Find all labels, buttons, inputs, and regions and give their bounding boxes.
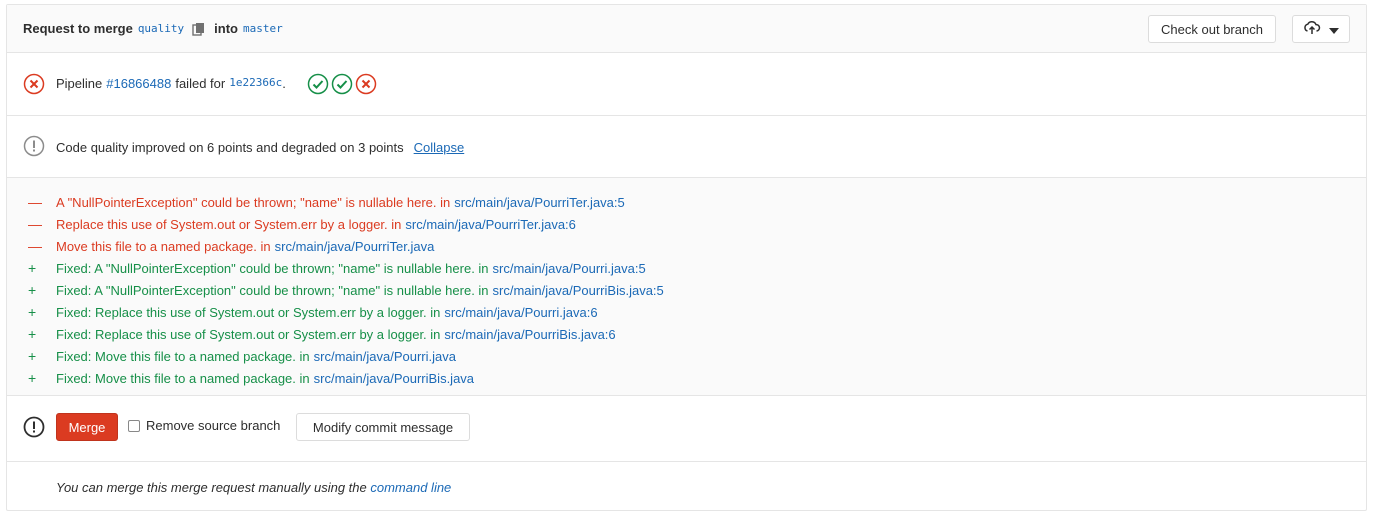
issue-text: Move this file to a named package. in bbox=[56, 238, 271, 254]
cloud-download-icon bbox=[1303, 20, 1321, 38]
target-branch-link[interactable]: master bbox=[243, 22, 283, 35]
list-item: — Replace this use of System.out or Syst… bbox=[7, 213, 1366, 235]
code-quality-summary: Code quality improved on 6 points and de… bbox=[56, 140, 464, 155]
fixed-icon: + bbox=[28, 304, 37, 320]
list-item: — A "NullPointerException" could be thro… bbox=[7, 191, 1366, 213]
issue-text: Fixed: Replace this use of System.out or… bbox=[56, 304, 441, 320]
clipboard-icon[interactable] bbox=[192, 22, 206, 36]
source-branch-link[interactable]: quality bbox=[138, 22, 184, 35]
alert-icon bbox=[23, 416, 45, 438]
title-prefix: Request to merge bbox=[23, 21, 133, 36]
stage-failed-icon[interactable] bbox=[355, 73, 377, 95]
issue-location-link[interactable]: src/main/java/Pourri.java:5 bbox=[493, 261, 646, 276]
fixed-icon: + bbox=[28, 260, 37, 276]
issue-text: Fixed: Move this file to a named package… bbox=[56, 348, 310, 364]
fixed-icon: + bbox=[28, 326, 37, 342]
issue-text: Fixed: A "NullPointerException" could be… bbox=[56, 260, 489, 276]
list-item: + Fixed: A "NullPointerException" could … bbox=[7, 257, 1366, 279]
commit-sha-link[interactable]: 1e22366c bbox=[229, 76, 282, 91]
degraded-icon: — bbox=[28, 194, 42, 210]
list-item: + Fixed: Replace this use of System.out … bbox=[7, 301, 1366, 323]
merge-button[interactable]: Merge bbox=[56, 413, 118, 441]
issue-text: A "NullPointerException" could be thrown… bbox=[56, 194, 451, 210]
mr-widget-header: Request to merge quality into master Che… bbox=[7, 5, 1366, 53]
issue-text: Fixed: A "NullPointerException" could be… bbox=[56, 282, 489, 298]
issue-location-link[interactable]: src/main/java/Pourri.java:6 bbox=[444, 305, 597, 320]
quality-summary-text: Code quality improved on 6 points and de… bbox=[56, 140, 404, 155]
pipeline-stages bbox=[307, 73, 377, 95]
list-item: + Fixed: Move this file to a named packa… bbox=[7, 345, 1366, 367]
issue-location-link[interactable]: src/main/java/PourriBis.java:5 bbox=[493, 283, 664, 298]
command-line-link[interactable]: command line bbox=[370, 480, 451, 495]
degraded-icon: — bbox=[28, 238, 42, 254]
commit-suffix: . bbox=[282, 76, 286, 91]
pipeline-section: Pipeline #16866488 failed for 1e22366c. bbox=[7, 53, 1366, 116]
fixed-icon: + bbox=[28, 282, 37, 298]
merge-request-widget: Request to merge quality into master Che… bbox=[6, 4, 1367, 511]
issue-location-link[interactable]: src/main/java/Pourri.java bbox=[314, 349, 456, 364]
code-quality-issues-list: — A "NullPointerException" could be thro… bbox=[7, 178, 1366, 396]
stage-success-icon[interactable] bbox=[331, 73, 353, 95]
list-item: + Fixed: Move this file to a named packa… bbox=[7, 367, 1366, 389]
status-failed-icon[interactable] bbox=[23, 73, 45, 95]
warning-icon bbox=[23, 135, 45, 157]
issue-location-link[interactable]: src/main/java/PourriBis.java bbox=[314, 371, 474, 386]
pipeline-status: failed for bbox=[175, 76, 226, 91]
merge-help-text: You can merge this merge request manuall… bbox=[56, 480, 451, 495]
list-item: — Move this file to a named package. in … bbox=[7, 235, 1366, 257]
pipeline-status-text: Pipeline #16866488 failed for 1e22366c. bbox=[56, 76, 286, 91]
stage-success-icon[interactable] bbox=[307, 73, 329, 95]
mr-title: Request to merge quality into master bbox=[23, 21, 283, 36]
list-item: + Fixed: A "NullPointerException" could … bbox=[7, 279, 1366, 301]
remove-source-branch-checkbox[interactable] bbox=[128, 419, 140, 432]
issue-location-link[interactable]: src/main/java/PourriTer.java:5 bbox=[454, 195, 625, 210]
issue-text: Fixed: Replace this use of System.out or… bbox=[56, 326, 441, 342]
fixed-icon: + bbox=[28, 348, 37, 364]
help-text: You can merge this merge request manuall… bbox=[56, 480, 367, 495]
issue-location-link[interactable]: src/main/java/PourriBis.java:6 bbox=[444, 327, 615, 342]
merge-section: Merge Remove source branch Modify commit… bbox=[7, 396, 1366, 462]
degraded-icon: — bbox=[28, 216, 42, 232]
modify-commit-message-button[interactable]: Modify commit message bbox=[296, 413, 470, 441]
caret-down-icon bbox=[1329, 22, 1339, 37]
pipeline-prefix: Pipeline bbox=[56, 76, 103, 91]
download-dropdown-button[interactable] bbox=[1292, 15, 1350, 43]
into-word: into bbox=[214, 21, 238, 36]
collapse-link[interactable]: Collapse bbox=[414, 140, 465, 155]
pipeline-id-link[interactable]: #16866488 bbox=[106, 76, 171, 91]
issue-text: Replace this use of System.out or System… bbox=[56, 216, 402, 232]
remove-source-branch-label: Remove source branch bbox=[146, 418, 281, 433]
issue-location-link[interactable]: src/main/java/PourriTer.java bbox=[275, 239, 435, 254]
code-quality-section: Code quality improved on 6 points and de… bbox=[7, 116, 1366, 178]
fixed-icon: + bbox=[28, 370, 37, 386]
list-item: + Fixed: Replace this use of System.out … bbox=[7, 323, 1366, 345]
issue-location-link[interactable]: src/main/java/PourriTer.java:6 bbox=[405, 217, 576, 232]
remove-source-branch-option[interactable]: Remove source branch bbox=[128, 418, 280, 433]
check-out-branch-button[interactable]: Check out branch bbox=[1148, 15, 1276, 43]
issue-text: Fixed: Move this file to a named package… bbox=[56, 370, 310, 386]
